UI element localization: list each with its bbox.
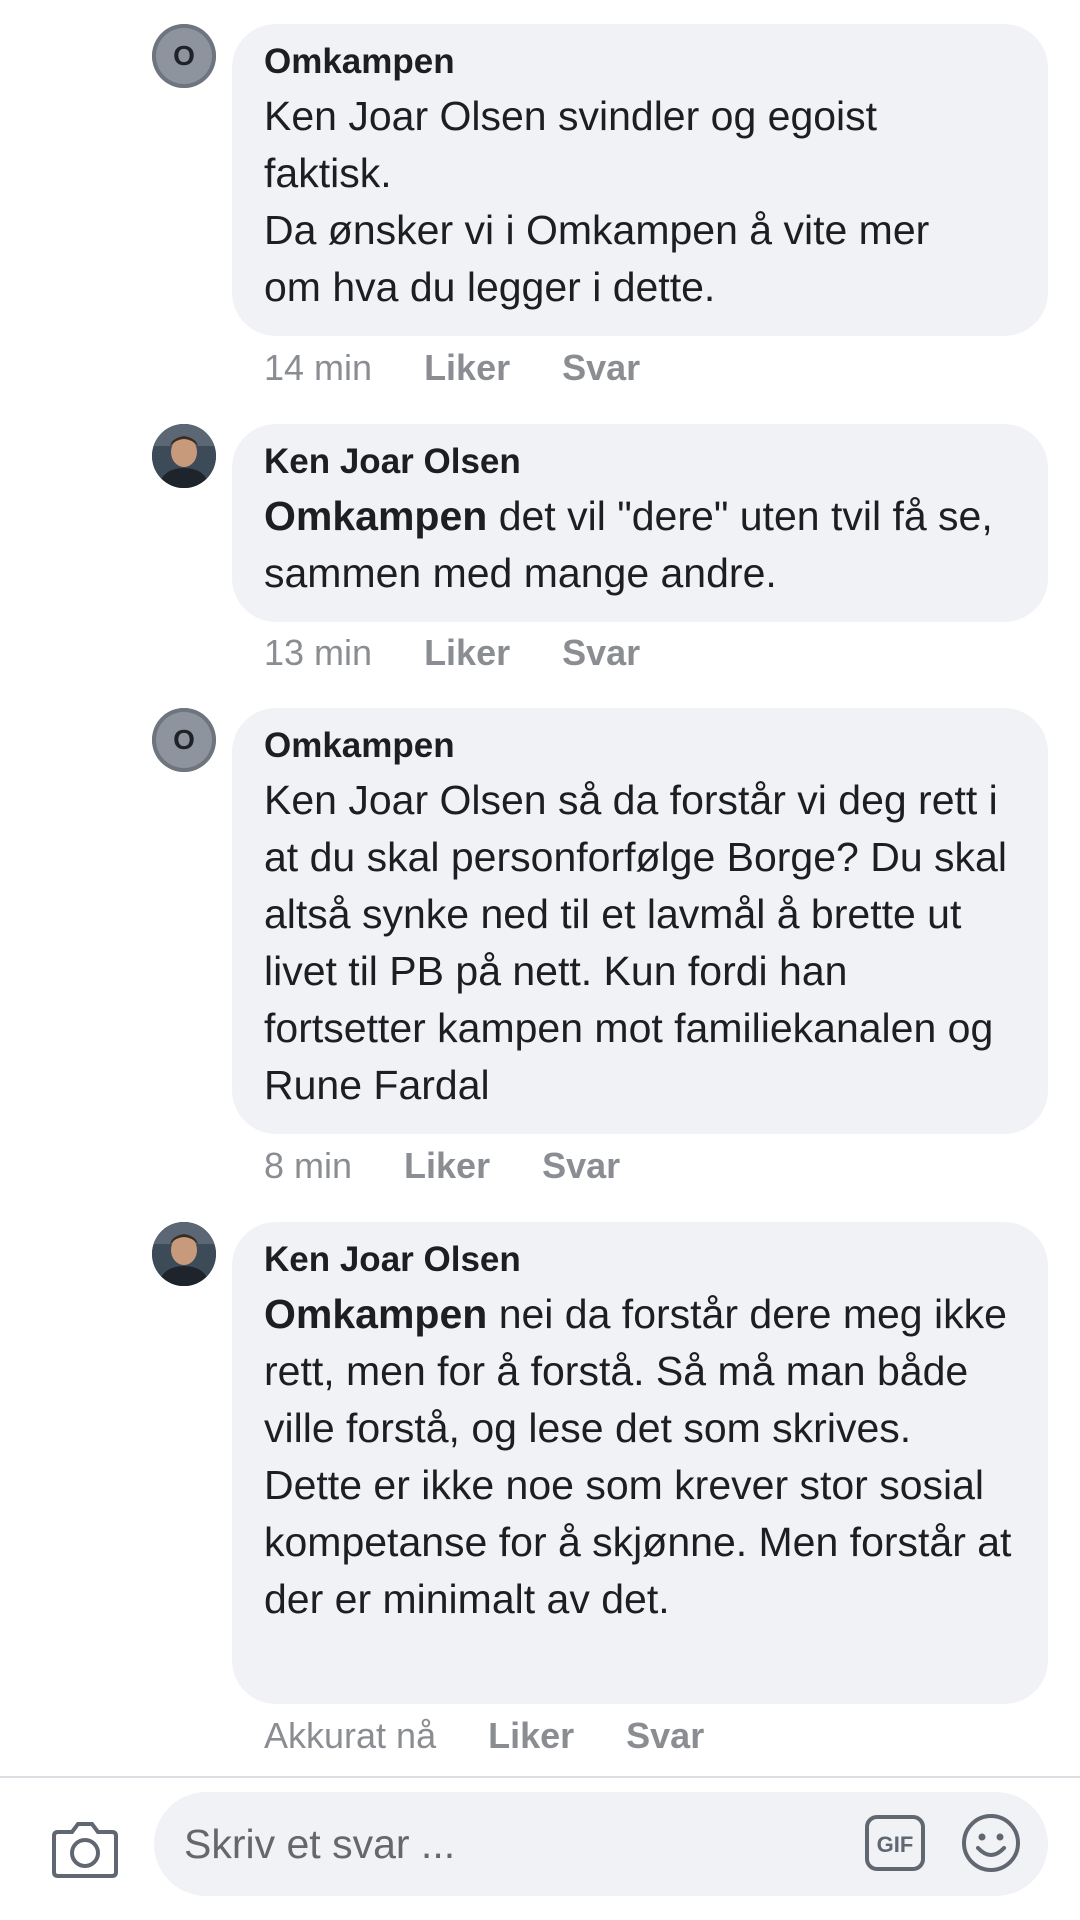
comment-bubble[interactable]: Ken Joar Olsen Omkampen det vil "dere" u… — [232, 424, 1048, 622]
comment-text: Omkampen det vil "dere" uten tvil få se,… — [264, 488, 1018, 602]
avatar[interactable] — [152, 424, 216, 488]
comment-meta: 8 min Liker Svar — [264, 1146, 672, 1186]
comment-author[interactable]: Ken Joar Olsen — [264, 442, 1018, 482]
reply-button[interactable]: Svar — [626, 1716, 704, 1756]
camera-icon[interactable] — [50, 1818, 120, 1880]
like-button[interactable]: Liker — [424, 633, 510, 673]
comment-bubble[interactable]: Omkampen Ken Joar Olsen svindler og egoi… — [232, 24, 1048, 336]
comment-mention[interactable]: Omkampen — [264, 1291, 487, 1337]
reply-button[interactable]: Svar — [542, 1146, 620, 1186]
comment-meta: 14 min Liker Svar — [264, 348, 692, 388]
reply-composer: Skriv et svar ... GIF — [0, 1778, 1080, 1920]
gif-icon[interactable]: GIF — [864, 1814, 926, 1872]
profile-photo-icon — [152, 1222, 216, 1286]
avatar[interactable]: O — [152, 24, 216, 88]
emoji-icon[interactable] — [960, 1812, 1022, 1874]
reply-input[interactable]: Skriv et svar ... GIF — [154, 1792, 1048, 1896]
comment-author[interactable]: Omkampen — [264, 726, 1018, 766]
comment-text: Ken Joar Olsen svindler og egoist faktisk… — [264, 88, 1018, 316]
comment-bubble[interactable]: Ken Joar Olsen Omkampen nei da forstår d… — [232, 1222, 1048, 1704]
avatar[interactable] — [152, 1222, 216, 1286]
comment-body: Ken Joar Olsen så da forstår vi deg rett… — [264, 777, 1007, 1108]
comment-meta: Akkurat nå Liker Svar — [264, 1716, 756, 1756]
comment-bubble[interactable]: Omkampen Ken Joar Olsen så da forstår vi… — [232, 708, 1048, 1134]
gif-label: GIF — [877, 1832, 914, 1857]
comment-meta: 13 min Liker Svar — [264, 633, 692, 673]
like-button[interactable]: Liker — [424, 348, 510, 388]
reply-placeholder: Skriv et svar ... — [184, 1821, 456, 1867]
comment-text: Ken Joar Olsen så da forstår vi deg rett… — [264, 772, 1018, 1114]
comment-mention[interactable]: Omkampen — [264, 493, 487, 539]
comment-time[interactable]: Akkurat nå — [264, 1716, 436, 1756]
comment-author[interactable]: Omkampen — [264, 42, 1018, 82]
avatar-letter: O — [173, 724, 195, 755]
comment-time[interactable]: 14 min — [264, 348, 372, 388]
comment-time[interactable]: 8 min — [264, 1146, 352, 1186]
reply-button[interactable]: Svar — [562, 633, 640, 673]
avatar[interactable]: O — [152, 708, 216, 772]
comment-body: nei da forstår dere meg ikke rett, men f… — [264, 1291, 1012, 1622]
reply-button[interactable]: Svar — [562, 348, 640, 388]
comment-body: Ken Joar Olsen svindler og egoist faktisk… — [264, 93, 930, 310]
comment-author[interactable]: Ken Joar Olsen — [264, 1240, 1018, 1280]
comment-text: Omkampen nei da forstår dere meg ikke re… — [264, 1286, 1018, 1628]
avatar-letter: O — [173, 40, 195, 71]
like-button[interactable]: Liker — [488, 1716, 574, 1756]
like-button[interactable]: Liker — [404, 1146, 490, 1186]
comment-time[interactable]: 13 min — [264, 633, 372, 673]
profile-photo-icon — [152, 424, 216, 488]
